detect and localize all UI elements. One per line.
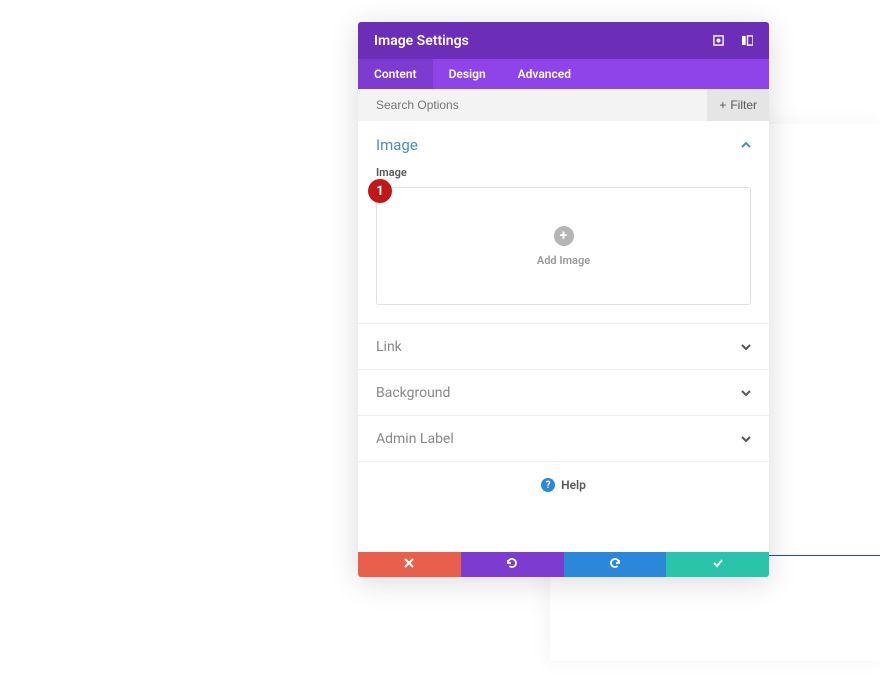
section-admin-label: Admin Label: [358, 416, 769, 462]
search-input[interactable]: [376, 98, 707, 112]
image-settings-modal: Image Settings Content Design Advanced +: [358, 22, 769, 577]
section-admin-label-title: Admin Label: [376, 431, 454, 447]
image-field-label: Image: [376, 166, 751, 179]
snap-icon[interactable]: [742, 31, 753, 50]
save-button[interactable]: [666, 552, 769, 577]
plus-icon: +: [719, 98, 726, 112]
chevron-up-icon: [741, 135, 751, 154]
add-icon: +: [554, 226, 574, 246]
modal-footer: [358, 552, 769, 577]
help-label: Help: [561, 478, 586, 492]
chevron-down-icon: [741, 337, 751, 356]
section-link: Link: [358, 324, 769, 370]
section-background-title: Background: [376, 385, 450, 401]
cancel-button[interactable]: [358, 552, 461, 577]
close-icon: [403, 557, 415, 572]
redo-button[interactable]: [564, 552, 667, 577]
modal-tabs: Content Design Advanced: [358, 59, 769, 89]
modal-title: Image Settings: [374, 33, 469, 49]
section-background-header[interactable]: Background: [376, 383, 751, 402]
help-link[interactable]: ? Help: [358, 462, 769, 552]
modal-body: Image Image 1 + Add Image Link: [358, 121, 769, 552]
filter-bar: + Filter: [358, 89, 769, 121]
section-background: Background: [358, 370, 769, 416]
section-image: Image Image 1 + Add Image: [358, 121, 769, 324]
undo-button[interactable]: [461, 552, 564, 577]
section-link-header[interactable]: Link: [376, 337, 751, 356]
section-link-title: Link: [376, 339, 402, 355]
tab-content[interactable]: Content: [358, 59, 433, 89]
section-image-header[interactable]: Image: [376, 135, 751, 154]
annotation-badge: 1: [368, 179, 392, 203]
filter-button[interactable]: + Filter: [707, 89, 769, 121]
undo-icon: [506, 557, 518, 572]
check-icon: [712, 557, 724, 572]
tab-design[interactable]: Design: [433, 59, 502, 89]
image-upload-area[interactable]: 1 + Add Image: [376, 187, 751, 305]
section-image-title: Image: [376, 136, 418, 154]
add-image-label: Add Image: [537, 254, 590, 267]
redo-icon: [609, 557, 621, 572]
expand-icon[interactable]: [713, 31, 724, 50]
section-admin-label-header[interactable]: Admin Label: [376, 429, 751, 448]
chevron-down-icon: [741, 383, 751, 402]
chevron-down-icon: [741, 429, 751, 448]
modal-header: Image Settings: [358, 22, 769, 59]
tab-advanced[interactable]: Advanced: [502, 59, 587, 89]
filter-label: Filter: [730, 98, 757, 112]
modal-header-actions: [713, 31, 753, 50]
help-icon: ?: [541, 478, 555, 492]
